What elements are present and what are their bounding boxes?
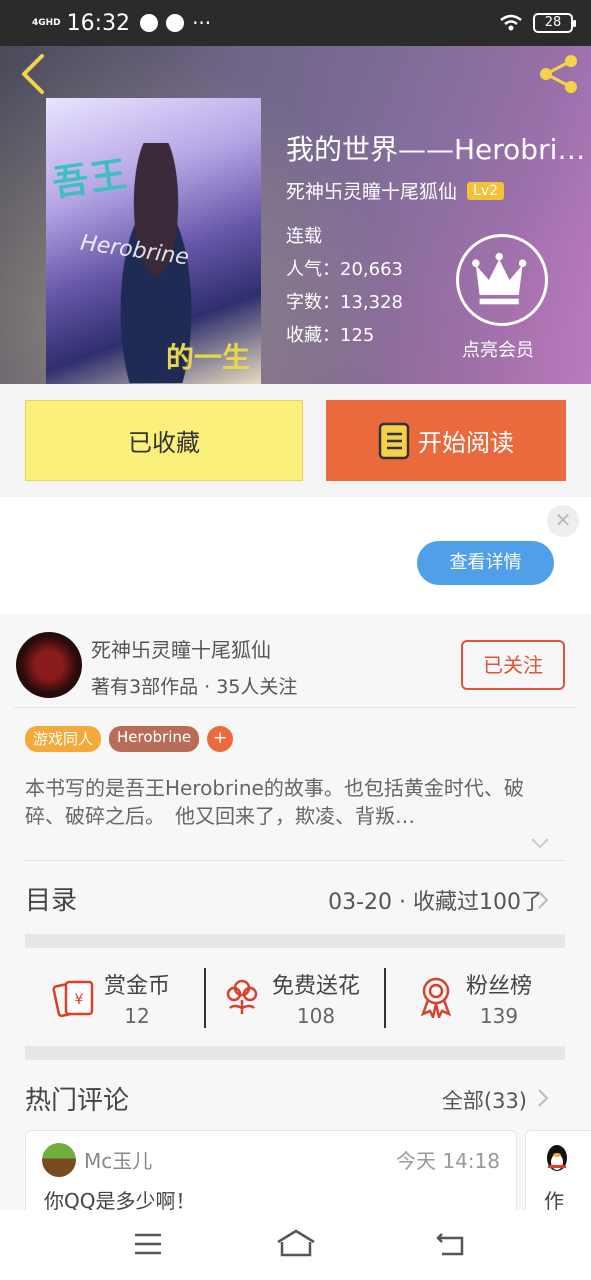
reward-flower-value: 108 xyxy=(296,1004,336,1028)
hot-comments-title: 热门评论 xyxy=(25,1086,130,1116)
reward-coin-value: 12 xyxy=(124,1004,150,1028)
home-icon[interactable] xyxy=(276,1228,316,1258)
section-separator xyxy=(25,934,565,948)
comment-time: 今天 14:18 xyxy=(396,1149,500,1173)
book-word-count: 字数：13,328 xyxy=(286,292,403,313)
reward-flower[interactable]: 免费送花 108 xyxy=(220,968,360,1028)
book-description[interactable]: 本书写的是吾王Herobrine的故事。也包括黄金时代、破碎、破碎之后。 他又回… xyxy=(25,774,555,830)
divider xyxy=(25,860,565,861)
vip-badge[interactable] xyxy=(456,234,548,326)
view-details-button[interactable]: 查看详情 xyxy=(417,541,554,585)
chevron-right-icon[interactable] xyxy=(536,1088,550,1108)
book-cover[interactable]: 吾王 Herobrine 的一生 xyxy=(46,98,261,384)
book-author[interactable]: 死神卐灵瞳十尾狐仙 xyxy=(286,177,457,204)
clock: 16:32 xyxy=(66,10,131,36)
battery-indicator: 28 xyxy=(533,13,576,33)
book-favorites: 收藏：125 xyxy=(286,325,375,346)
action-bar: 已收藏 开始阅读 xyxy=(0,384,591,497)
close-icon[interactable]: ✕ xyxy=(547,505,579,537)
author-section: 死神卐灵瞳十尾狐仙 著有3部作品 · 35人关注 已关注 游戏同人 Herobr… xyxy=(0,614,591,1070)
flower-icon xyxy=(226,979,258,1014)
book-title: 我的世界——Herobrine的一生 xyxy=(286,133,586,166)
back-icon[interactable] xyxy=(16,52,52,96)
book-header: 吾王 Herobrine 的一生 我的世界——Herobrine的一生 死神卐灵… xyxy=(0,46,591,384)
divider xyxy=(14,707,575,708)
share-icon[interactable] xyxy=(537,52,581,96)
more-dots-icon: ··· xyxy=(192,11,212,35)
cover-title-text: 吾王 xyxy=(50,153,131,206)
book-icon xyxy=(378,422,410,459)
svg-text:¥: ¥ xyxy=(75,992,84,1008)
compass-icon xyxy=(140,14,159,32)
toc-label[interactable]: 目录 xyxy=(25,880,77,917)
book-author-row: 死神卐灵瞳十尾狐仙 Lv2 xyxy=(286,177,505,204)
wifi-icon xyxy=(500,14,522,31)
back-arrow-icon[interactable] xyxy=(434,1230,466,1258)
reward-bar: ¥ 赏金币 12 免费送花 108 粉丝榜 139 xyxy=(0,948,591,1044)
start-reading-label: 开始阅读 xyxy=(418,429,514,457)
hot-comments-section: 热门评论 全部(33) Mc玉儿 今天 14:18 你QQ是多少啊！ 作 xyxy=(0,1070,591,1220)
start-reading-button[interactable]: 开始阅读 xyxy=(326,400,566,481)
book-status: 连载 xyxy=(286,226,322,247)
reward-fans-value: 139 xyxy=(479,1004,519,1028)
chevron-right-icon[interactable] xyxy=(536,890,550,910)
all-comments-link[interactable]: 全部(33) xyxy=(442,1085,527,1115)
avatar[interactable] xyxy=(16,632,82,698)
reward-flower-label: 免费送花 xyxy=(272,974,361,999)
collected-button[interactable]: 已收藏 xyxy=(25,400,303,481)
ad-banner: ✕ 查看详情 xyxy=(0,497,591,614)
message-icon xyxy=(166,14,185,32)
medal-icon xyxy=(420,977,452,1018)
avatar[interactable] xyxy=(42,1143,76,1177)
menu-icon[interactable] xyxy=(133,1232,163,1256)
reward-fans[interactable]: 粉丝榜 139 xyxy=(414,968,532,1028)
add-tag-button[interactable]: + xyxy=(207,726,234,752)
crown-icon xyxy=(472,252,527,305)
book-popularity: 人气：20,663 xyxy=(286,259,403,280)
comment-card[interactable]: Mc玉儿 今天 14:18 你QQ是多少啊！ xyxy=(25,1130,517,1220)
author-meta: 著有3部作品 · 35人关注 xyxy=(91,676,298,698)
comment-card[interactable]: 作 xyxy=(525,1130,591,1220)
follow-button[interactable]: 已关注 xyxy=(461,640,565,690)
tag-game-fanfic[interactable]: 游戏同人 xyxy=(25,726,102,752)
reward-coin[interactable]: ¥ 赏金币 12 xyxy=(52,968,170,1028)
author-name[interactable]: 死神卐灵瞳十尾狐仙 xyxy=(91,634,271,663)
tag-herobrine[interactable]: Herobrine xyxy=(109,726,200,752)
reward-fans-label: 粉丝榜 xyxy=(466,974,533,999)
chevron-down-icon[interactable] xyxy=(530,836,550,850)
section-separator xyxy=(25,1046,565,1060)
red-envelope-icon: ¥ xyxy=(52,980,94,1018)
network-indicator: 4GHD xyxy=(32,18,61,28)
level-badge: Lv2 xyxy=(467,181,505,200)
tag-list: 游戏同人 Herobrine + xyxy=(25,726,234,752)
penguin-icon xyxy=(547,1145,567,1171)
reward-coin-label: 赏金币 xyxy=(104,974,171,999)
status-bar: 4GHD 16:32 ··· 28 xyxy=(0,0,591,46)
divider xyxy=(204,968,206,1028)
divider xyxy=(384,968,386,1028)
system-nav-bar xyxy=(0,1210,591,1280)
toc-latest-chapter[interactable]: 03-20 · 收藏过100了 xyxy=(328,884,543,916)
vip-label[interactable]: 点亮会员 xyxy=(462,336,534,362)
comment-user[interactable]: Mc玉儿 xyxy=(84,1145,152,1174)
cover-tail-text: 的一生 xyxy=(166,341,251,374)
